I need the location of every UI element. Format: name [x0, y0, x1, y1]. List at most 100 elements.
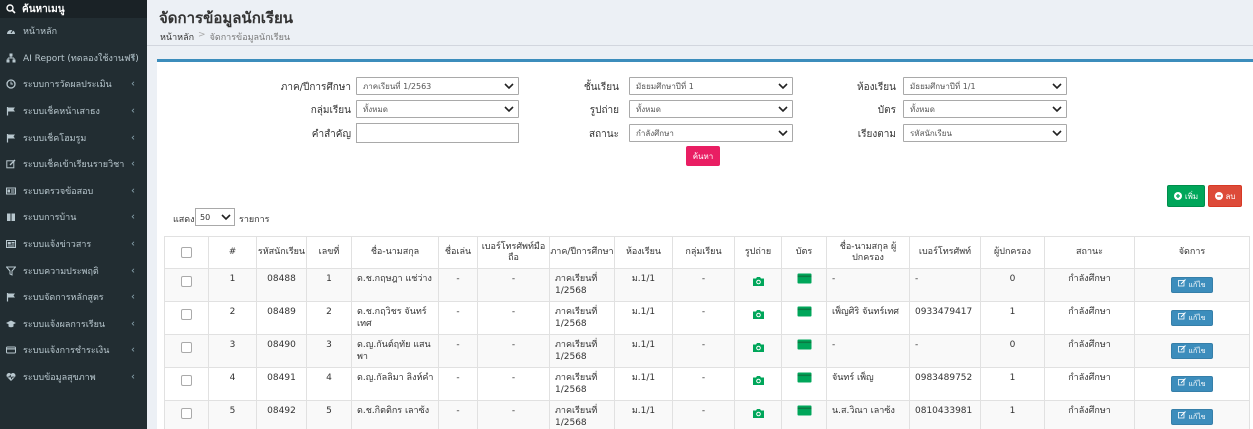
sidebar-item-11[interactable]: ระบบแจ้งผลการเรียน ‹ — [0, 311, 147, 338]
sidebar-item-0[interactable]: หน้าหลัก — [0, 18, 147, 45]
page-length-select[interactable]: 50 — [195, 208, 235, 226]
sidebar-item-9[interactable]: ระบบความประพฤติ ‹ — [0, 257, 147, 284]
sidebar-item-6[interactable]: ระบบตรวจข้อสอบ ‹ — [0, 178, 147, 205]
cell-status: กำลังศึกษา — [1044, 334, 1135, 368]
cell-group: - — [672, 268, 735, 302]
edit-button[interactable]: แก้ไข — [1171, 343, 1213, 359]
heartbeat-icon — [6, 372, 16, 382]
add-button[interactable]: เพิ่ม — [1167, 185, 1205, 207]
row-select-cell[interactable] — [164, 301, 209, 335]
row-checkbox[interactable] — [181, 342, 192, 353]
edit-button[interactable]: แก้ไข — [1171, 409, 1213, 425]
card-icon[interactable] — [797, 405, 812, 419]
status-select-value: กำลังศึกษา — [636, 128, 674, 138]
edit-button[interactable]: แก้ไข — [1171, 376, 1213, 392]
term-label: ภาค/ปีการศึกษา — [280, 82, 351, 93]
chevron-left-icon: ‹ — [131, 52, 135, 64]
column-header-3: เลขที่ — [306, 236, 352, 269]
column-header-1: # — [208, 236, 257, 269]
row-checkbox[interactable] — [181, 375, 192, 386]
cell-n: 4 — [208, 367, 257, 401]
sidebar-item-1[interactable]: AI Report (ทดลองใช้งานฟรี) ‹ — [0, 45, 147, 72]
room-select[interactable]: มัธยมศึกษาปีที่ 1/1 — [903, 77, 1067, 95]
search-button[interactable]: ค้นหา — [686, 146, 720, 166]
edit-button[interactable]: แก้ไข — [1171, 310, 1213, 326]
flag-icon — [6, 133, 16, 143]
edit-button[interactable]: แก้ไข — [1171, 277, 1213, 293]
sidebar-search[interactable]: ค้นหาเมนู — [0, 0, 147, 18]
term-select[interactable]: ภาคเรียนที่ 1/2563 — [356, 77, 519, 95]
cell-phone: 0933479417 — [909, 301, 981, 335]
sidebar-item-label: ระบบเช็คหน้าเสาธง — [23, 107, 100, 118]
card-icon[interactable] — [797, 339, 812, 353]
grade-select[interactable]: มัธยมศึกษาปีที่ 1 — [629, 77, 793, 95]
sidebar-item-8[interactable]: ระบบแจ้งข่าวสาร ‹ — [0, 231, 147, 258]
sidebar-item-7[interactable]: ระบบการบ้าน ‹ — [0, 204, 147, 231]
camera-icon[interactable] — [752, 409, 765, 422]
chevron-left-icon: ‹ — [131, 105, 135, 117]
sort-select[interactable]: รหัสนักเรียน — [903, 124, 1067, 142]
keyword-input[interactable] — [356, 123, 519, 143]
sidebar-item-13[interactable]: ระบบข้อมูลสุขภาพ ‹ — [0, 364, 147, 391]
room-select-value: มัธยมศึกษาปีที่ 1/1 — [910, 81, 976, 91]
table-header-row: # รหัสนักเรียน เลขที่ ชื่อ-นามสกุล ชื่อเล่นเ… — [164, 236, 1250, 269]
photo-select[interactable]: ทั้งหมด — [629, 100, 793, 118]
row-checkbox[interactable] — [181, 408, 192, 419]
sidebar-item-12[interactable]: ระบบแจ้งการชำระเงิน ‹ — [0, 337, 147, 364]
row-select-cell[interactable] — [164, 268, 209, 302]
card-icon[interactable] — [797, 273, 812, 287]
cell-group: - — [672, 334, 735, 368]
sidebar-item-4[interactable]: ระบบเช็คโฮมรูม ‹ — [0, 124, 147, 151]
row-select-cell[interactable] — [164, 367, 209, 401]
row-checkbox[interactable] — [181, 276, 192, 287]
sidebar-item-label: ระบบความประพฤติ — [23, 266, 99, 277]
sidebar-item-2[interactable]: ระบบการวัดผลประเมิน ‹ — [0, 71, 147, 98]
chevron-left-icon: ‹ — [131, 185, 135, 197]
cell-group: - — [672, 400, 735, 429]
manage-cell: แก้ไข — [1134, 367, 1250, 401]
search-icon — [6, 4, 16, 14]
row-checkbox[interactable] — [181, 309, 192, 320]
sidebar-item-10[interactable]: ระบบจัดการหลักสูตร ‹ — [0, 284, 147, 311]
add-button-label: เพิ่ม — [1184, 191, 1199, 201]
cell-n: 1 — [208, 268, 257, 302]
sidebar-item-3[interactable]: ระบบเช็คหน้าเสาธง ‹ — [0, 98, 147, 125]
select-all-checkbox[interactable] — [181, 246, 192, 258]
card-icon[interactable] — [797, 306, 812, 320]
camera-icon[interactable] — [752, 376, 765, 389]
cell-mobile: - — [477, 400, 550, 429]
camera-icon[interactable] — [752, 277, 765, 290]
cell-term: ภาคเรียนที่ 1/2568 — [549, 400, 615, 429]
cell-name: ด.ญ.กันต์ฤทัย แสนพา — [351, 334, 439, 368]
photo-cell — [734, 301, 782, 335]
column-header-12: ชื่อ-นามสกุล ผู้ปกครอง — [826, 236, 910, 269]
row-select-cell[interactable] — [164, 334, 209, 368]
table-body: 1 08488 1 ด.ช.กฤษฎา แช่ว่าง - - ภาคเรียนที่ 1/… — [164, 268, 1250, 429]
camera-icon[interactable] — [752, 343, 765, 356]
filter-icon — [6, 266, 16, 276]
card-select[interactable]: ทั้งหมด — [903, 100, 1067, 118]
status-select[interactable]: กำลังศึกษา — [629, 124, 793, 142]
edit-icon — [1178, 411, 1187, 423]
row-select-cell[interactable] — [164, 400, 209, 429]
card-icon[interactable] — [797, 372, 812, 386]
cell-status: กำลังศึกษา — [1044, 268, 1135, 302]
group-select-value: ทั้งหมด — [363, 104, 388, 114]
table-row: 1 08488 1 ด.ช.กฤษฎา แช่ว่าง - - ภาคเรียนที่ 1/… — [164, 268, 1250, 302]
column-header-10: รูปถ่าย — [734, 236, 782, 269]
group-label: กลุ่มเรียน — [310, 105, 351, 116]
column-header-4: ชื่อ-นามสกุล — [351, 236, 439, 269]
length-prefix: แสดง — [173, 215, 195, 225]
cell-id: 08488 — [256, 268, 307, 302]
camera-icon[interactable] — [752, 310, 765, 323]
cell-n: 3 — [208, 334, 257, 368]
delete-button[interactable]: ลบ — [1208, 185, 1242, 207]
card-cell — [781, 268, 827, 302]
cell-parent: - — [826, 334, 910, 368]
breadcrumb-home[interactable]: หน้าหลัก — [160, 30, 194, 44]
card-cell — [781, 400, 827, 429]
column-header-0[interactable] — [164, 236, 209, 269]
group-select[interactable]: ทั้งหมด — [356, 100, 519, 118]
sidebar-item-5[interactable]: ระบบเช็คเข้าเรียนรายวิชา ‹ — [0, 151, 147, 178]
manage-cell: แก้ไข — [1134, 334, 1250, 368]
